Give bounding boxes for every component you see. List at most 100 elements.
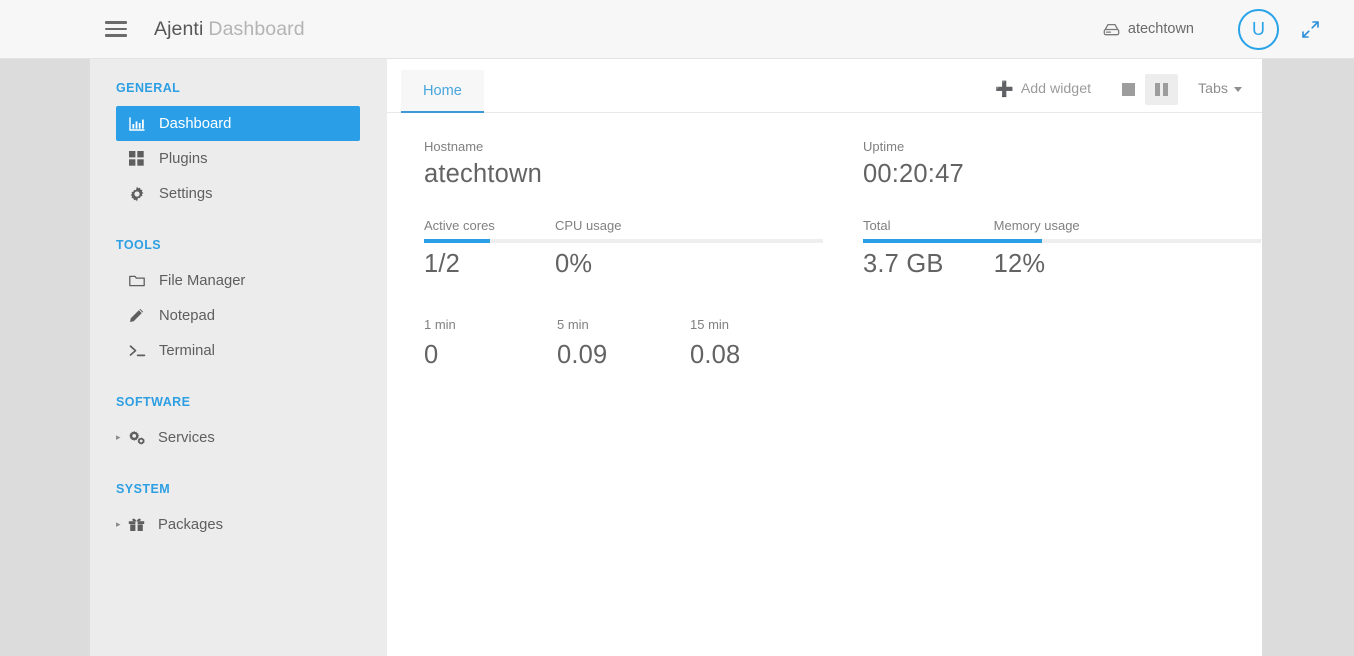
load-1min-label: 1 min — [424, 317, 456, 332]
memory-total-label: Total — [863, 218, 891, 233]
sidebar-section-tools: TOOLS — [116, 238, 162, 252]
brand-name: Ajenti — [154, 17, 204, 40]
add-widget-label: Add widget — [1020, 81, 1092, 97]
sidebar-item-label: Plugins — [159, 150, 208, 167]
sidebar-item-label: Settings — [159, 185, 213, 202]
active-cores-value: 1/2 — [424, 250, 461, 278]
sidebar-navigation: GENERAL Dashboard Plugins Settings TOOLS… — [90, 59, 387, 656]
host-label: atechtown — [1127, 21, 1194, 37]
widget-row-meters: Active cores 1/2 CPU usage 0% Total 3.7 … — [387, 218, 1262, 279]
widget-hostname: Hostname atechtown — [387, 139, 824, 218]
pencil-icon — [129, 308, 150, 323]
sidebar-item-services[interactable]: ▸ Services — [116, 420, 360, 455]
meter-cpu-usage: CPU usage 0% — [555, 218, 823, 279]
server-icon — [1103, 23, 1120, 36]
widget-row-load-average: 1 min 0 5 min 0.09 15 min 0.08 — [387, 279, 1262, 370]
sidebar-item-packages[interactable]: ▸ Packages — [116, 507, 360, 542]
add-widget-button[interactable]: ➕ Add widget — [982, 73, 1104, 105]
avatar[interactable]: U — [1238, 8, 1279, 50]
tabs-dropdown-button[interactable]: Tabs — [1192, 74, 1248, 104]
widget-memory: Total 3.7 GB Memory usage 12% — [824, 218, 1261, 279]
terminal-icon — [129, 344, 150, 358]
sidebar-item-label: Dashboard — [159, 115, 232, 132]
sidebar-item-label: Notepad — [159, 307, 215, 324]
tab-toolbar: ➕ Add widget Tabs — [982, 73, 1248, 105]
hostname-label: Hostname — [424, 139, 484, 154]
sidebar-item-settings[interactable]: Settings — [116, 176, 360, 211]
meter-memory-total: Total 3.7 GB — [863, 218, 994, 279]
memory-total-progress — [863, 239, 994, 243]
uptime-value: 00:20:47 — [863, 160, 964, 188]
layout-two-column-icon — [1155, 82, 1169, 96]
hamburger-bar — [105, 34, 127, 37]
sidebar-item-terminal[interactable]: Terminal — [116, 333, 360, 368]
sidebar-item-label: Packages — [158, 516, 223, 533]
layout-toggle-group — [1112, 73, 1179, 105]
sidebar-section-software: SOFTWARE — [116, 395, 191, 409]
chart-bar-icon — [129, 116, 150, 131]
caret-right-icon[interactable]: ▸ — [116, 433, 127, 442]
tab-label: Home — [423, 83, 462, 99]
layout-single-column-icon — [1122, 82, 1136, 96]
active-cores-progress — [424, 239, 555, 243]
memory-usage-label: Memory usage — [993, 218, 1080, 233]
sidebar-item-label: Services — [158, 429, 215, 446]
plus-icon: ➕ — [995, 81, 1014, 98]
chevron-down-icon — [1234, 86, 1242, 92]
load-15min-value: 0.08 — [690, 341, 741, 369]
sidebar-item-notepad[interactable]: Notepad — [116, 298, 360, 333]
cogs-icon — [128, 430, 149, 445]
sidebar-item-plugins[interactable]: Plugins — [116, 141, 360, 176]
caret-right-icon[interactable]: ▸ — [116, 520, 127, 529]
active-cores-label: Active cores — [424, 218, 495, 233]
widget-row-primary: Hostname atechtown Uptime 00:20:47 — [387, 139, 1262, 218]
meter-memory-usage: Memory usage 12% — [993, 218, 1261, 279]
sidebar-section-system: SYSTEM — [116, 482, 171, 496]
widget-load-average: 1 min 0 5 min 0.09 15 min 0.08 — [387, 279, 824, 370]
cpu-usage-label: CPU usage — [555, 218, 622, 233]
avatar-initial: U — [1252, 18, 1265, 39]
load-average-15min: 15 min 0.08 — [690, 317, 823, 370]
load-1min-value: 0 — [424, 341, 439, 369]
sidebar-section-general: GENERAL — [116, 81, 181, 95]
load-5min-value: 0.09 — [557, 341, 608, 369]
hamburger-bar — [105, 21, 127, 24]
widget-grid: Hostname atechtown Uptime 00:20:47 Activ… — [387, 113, 1262, 370]
hamburger-icon[interactable] — [105, 21, 127, 37]
load-average-5min: 5 min 0.09 — [557, 317, 690, 370]
grid-icon — [129, 151, 150, 166]
expand-arrows-icon[interactable] — [1301, 20, 1320, 39]
hamburger-bar — [105, 27, 127, 31]
main-content-panel: Home ➕ Add widget Tabs Hostname atechtow… — [387, 59, 1262, 656]
widget-tab-bar: Home ➕ Add widget Tabs — [387, 59, 1262, 113]
host-selector[interactable]: atechtown — [1103, 21, 1194, 37]
layout-two-column-button[interactable] — [1145, 73, 1179, 105]
sidebar-item-file-manager[interactable]: File Manager — [116, 263, 360, 298]
top-header-bar: Ajenti Dashboard atechtown U — [0, 0, 1354, 59]
brand-subtitle: Dashboard — [208, 17, 305, 40]
cpu-usage-value: 0% — [555, 250, 593, 278]
header-right-group: atechtown U — [1103, 8, 1320, 50]
sidebar-item-label: Terminal — [159, 342, 215, 359]
folder-icon — [129, 274, 150, 287]
load-average-1min: 1 min 0 — [424, 317, 557, 370]
memory-usage-progress — [993, 239, 1261, 243]
tab-home[interactable]: Home — [401, 70, 484, 113]
memory-total-value: 3.7 GB — [863, 250, 944, 278]
load-5min-label: 5 min — [557, 317, 589, 332]
cpu-usage-progress — [555, 239, 823, 243]
widget-uptime: Uptime 00:20:47 — [824, 139, 1261, 218]
memory-usage-value: 12% — [993, 250, 1046, 278]
gear-icon — [129, 186, 150, 202]
app-brand[interactable]: Ajenti Dashboard — [154, 18, 305, 41]
widget-cpu: Active cores 1/2 CPU usage 0% — [387, 218, 824, 279]
sidebar-item-dashboard[interactable]: Dashboard — [116, 106, 360, 141]
meter-active-cores: Active cores 1/2 — [424, 218, 555, 279]
tabs-dropdown-label: Tabs — [1198, 81, 1228, 97]
load-15min-label: 15 min — [690, 317, 730, 332]
hostname-value: atechtown — [424, 160, 543, 188]
gift-icon — [128, 517, 149, 532]
sidebar-item-label: File Manager — [159, 272, 246, 289]
uptime-label: Uptime — [863, 139, 905, 154]
layout-single-column-button[interactable] — [1112, 74, 1145, 105]
